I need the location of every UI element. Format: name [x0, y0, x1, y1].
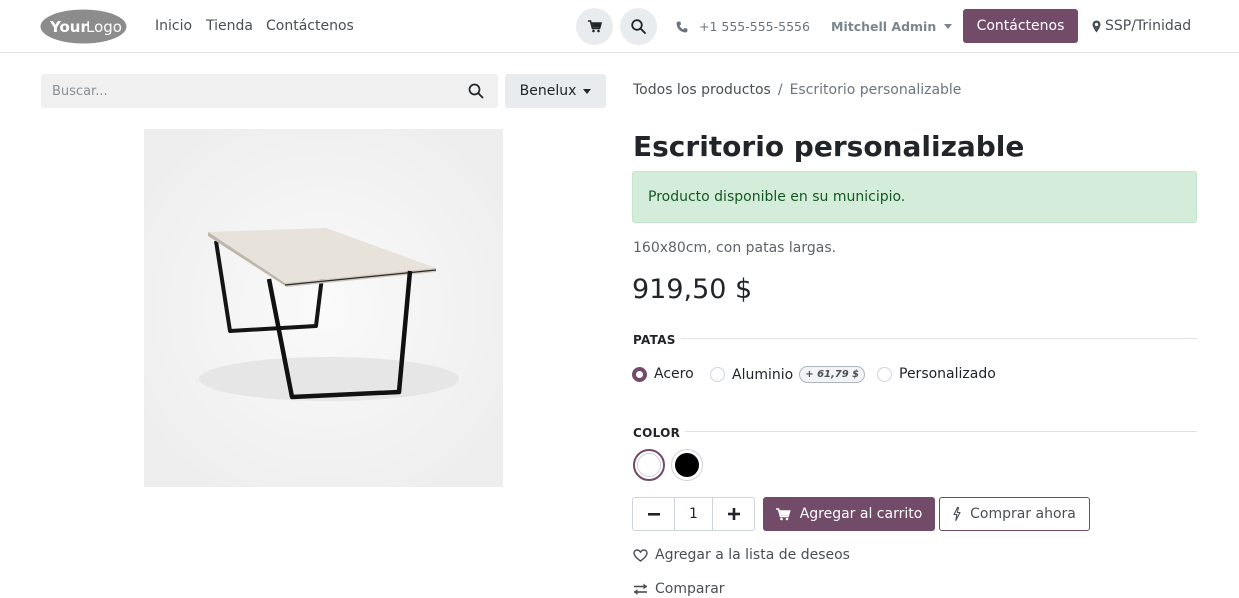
availability-alert: Producto disponible en su municipio. [632, 171, 1197, 223]
breadcrumb-all-products[interactable]: Todos los productos [633, 82, 771, 98]
logo-graphic: Your Logo [40, 9, 127, 44]
add-to-wishlist-link[interactable]: Agregar a la lista de deseos [633, 547, 850, 563]
desk-illustration [144, 129, 503, 487]
user-menu-dropdown[interactable]: Mitchell Admin [831, 19, 953, 34]
add-to-cart-button[interactable]: Agregar al carrito [763, 497, 935, 531]
chevron-down-icon [583, 88, 592, 94]
quantity-stepper [632, 497, 755, 531]
price-extra-badge: + 61,79 $ [799, 366, 866, 383]
color-swatch-white[interactable] [633, 449, 665, 481]
phone-number: +1 555-555-5556 [699, 19, 810, 34]
bolt-icon [953, 507, 961, 521]
attribute-divider [681, 338, 1197, 339]
search-icon [631, 19, 646, 34]
increase-quantity-button[interactable] [713, 498, 754, 530]
add-to-cart-label: Agregar al carrito [799, 506, 923, 522]
radio-button[interactable] [877, 366, 892, 382]
svg-text:Your: Your [49, 18, 88, 36]
nav-link-contact[interactable]: Contáctenos [266, 18, 354, 35]
svg-text:Logo: Logo [86, 18, 122, 36]
minus-icon [647, 512, 660, 516]
radio-label: Acero [654, 366, 694, 382]
buy-now-button[interactable]: Comprar ahora [939, 497, 1090, 531]
product-price: 919,50 $ [632, 274, 753, 305]
radio-button[interactable] [710, 367, 725, 382]
swatch-fill [675, 453, 699, 477]
compare-link[interactable]: Comparar [633, 581, 725, 597]
search-input[interactable] [41, 74, 461, 108]
nav-link-shop[interactable]: Tienda [206, 18, 253, 35]
breadcrumb: Todos los productos / Escritorio personali… [633, 82, 961, 98]
cart-icon [587, 20, 602, 33]
product-title: Escritorio personalizable [633, 130, 1025, 163]
search-toggle-button[interactable] [620, 8, 657, 45]
breadcrumb-current: Escritorio personalizable [789, 82, 962, 98]
radio-label: Personalizado [899, 366, 996, 382]
attribute-divider [685, 431, 1197, 432]
chevron-down-icon [944, 24, 953, 29]
company-logo[interactable]: Your Logo [40, 9, 127, 44]
radio-legs-custom[interactable]: Personalizado [877, 366, 996, 382]
cart-icon [775, 507, 791, 520]
search-icon[interactable] [468, 83, 484, 99]
plus-icon [727, 508, 740, 520]
exchange-icon [634, 583, 647, 595]
user-name: Mitchell Admin [831, 19, 937, 34]
radio-legs-aluminium[interactable]: Aluminio + 61,79 $ [710, 366, 866, 383]
top-navbar: Your Logo Inicio Tienda Contáctenos +1 5… [0, 0, 1239, 53]
radio-button-checked[interactable] [632, 366, 647, 382]
buy-now-label: Comprar ahora [970, 506, 1076, 522]
phone-link[interactable]: +1 555-555-5556 [676, 19, 810, 34]
attribute-label-legs: PATAS [633, 333, 676, 347]
contact-us-button[interactable]: Contáctenos [963, 9, 1078, 43]
phone-icon [676, 21, 688, 32]
attribute-label-color: COLOR [633, 426, 681, 440]
compare-label: Comparar [655, 581, 725, 597]
radio-label: Aluminio [732, 366, 794, 383]
decrease-quantity-button[interactable] [633, 498, 674, 530]
cart-button[interactable] [576, 8, 613, 45]
heart-icon [633, 548, 648, 562]
radio-legs-steel[interactable]: Acero [632, 366, 694, 382]
swatch-fill [637, 453, 661, 477]
product-description: 160x80cm, con patas largas. [633, 240, 837, 256]
pricelist-dropdown[interactable]: Benelux [505, 74, 606, 108]
nav-link-home[interactable]: Inicio [155, 18, 192, 35]
location-label: SSP/Trinidad [1105, 18, 1192, 34]
breadcrumb-separator: / [777, 82, 783, 98]
pricelist-label: Benelux [519, 83, 577, 99]
color-swatch-black[interactable] [671, 449, 703, 481]
product-image [144, 129, 503, 487]
product-search-bar [41, 74, 498, 108]
map-marker-icon [1092, 20, 1101, 32]
quantity-input[interactable] [674, 498, 713, 530]
location-link[interactable]: SSP/Trinidad [1092, 18, 1191, 34]
wishlist-label: Agregar a la lista de deseos [655, 547, 850, 563]
